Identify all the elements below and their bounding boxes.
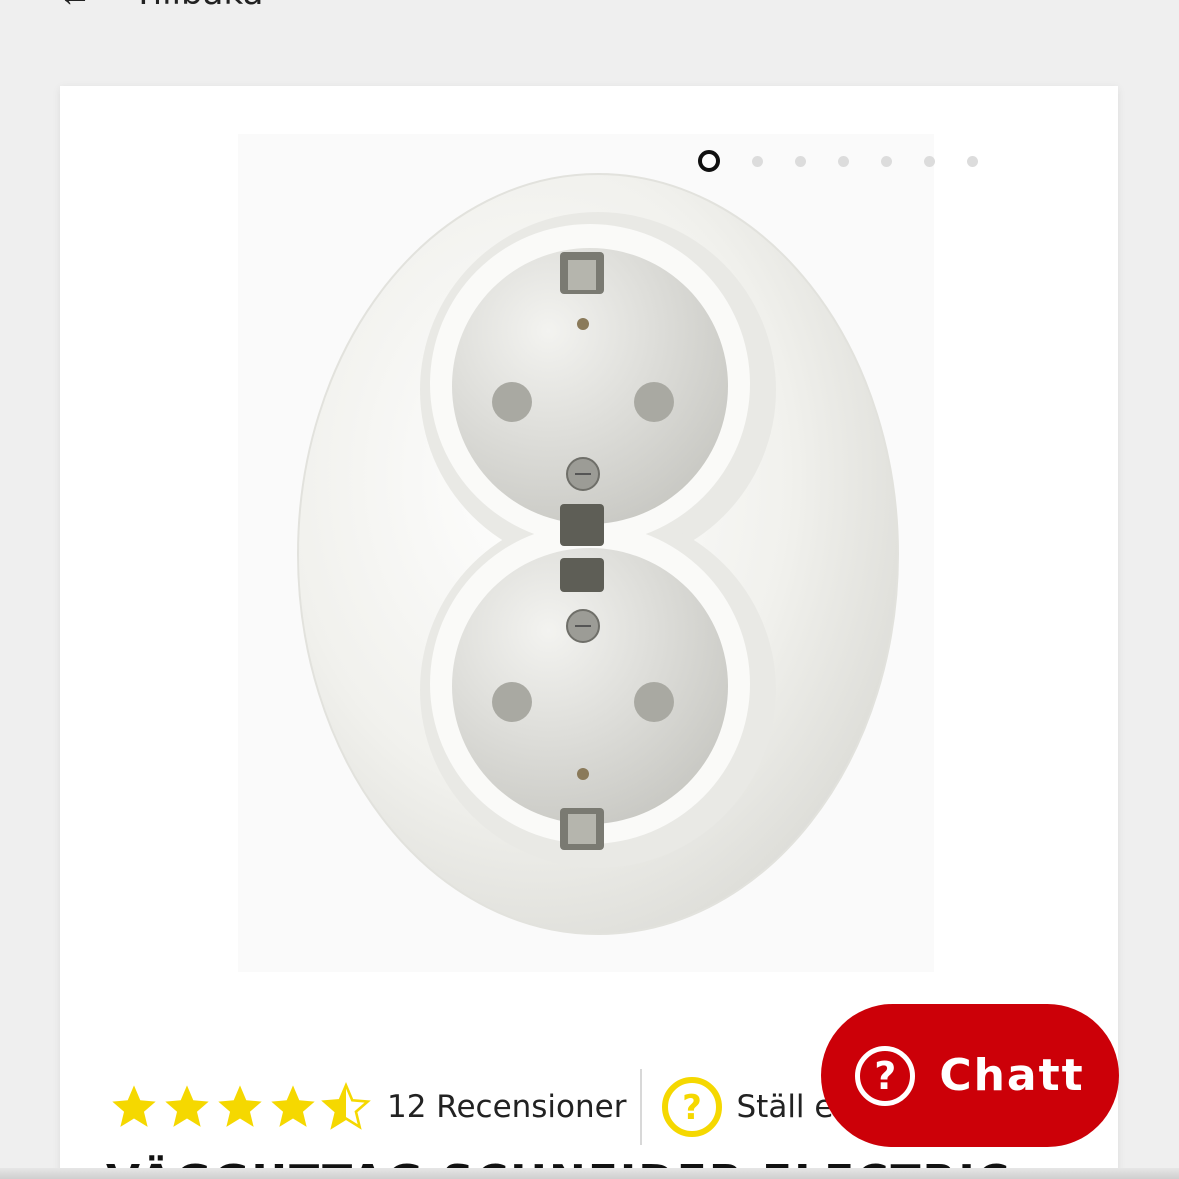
gallery-dot[interactable] (838, 155, 849, 167)
gallery-dot[interactable] (795, 155, 806, 167)
arrow-left-icon[interactable]: ← (58, 0, 92, 12)
reviews-link[interactable]: 12 Recensioner (387, 1089, 626, 1125)
chat-button[interactable]: ? Chatt (821, 1004, 1119, 1147)
star-icon (112, 1085, 156, 1127)
back-link[interactable]: Tillbaka (133, 0, 263, 10)
gallery-dot[interactable] (924, 155, 935, 167)
star-icon (165, 1085, 209, 1127)
question-icon[interactable]: ? (660, 1075, 724, 1139)
star-icon (218, 1085, 262, 1127)
star-icon (271, 1085, 315, 1127)
gallery-dot[interactable] (881, 155, 892, 167)
product-image[interactable] (238, 134, 934, 972)
svg-text:?: ? (683, 1088, 703, 1128)
gallery-dots (698, 150, 1010, 172)
rating-row: 12 Recensioner ? Ställ en fråga (108, 1069, 944, 1145)
bottom-edge (0, 1168, 1179, 1179)
star-rating[interactable] (108, 1081, 373, 1133)
divider (640, 1069, 643, 1145)
top-nav: ← Tillbaka (0, 0, 1179, 40)
star-half-icon (321, 1081, 371, 1130)
chat-label: Chatt (939, 1050, 1085, 1101)
gallery-dot[interactable] (967, 155, 978, 167)
gallery-dot[interactable] (752, 155, 763, 167)
gallery-dot[interactable] (698, 150, 720, 172)
question-icon: ? (855, 1045, 916, 1106)
